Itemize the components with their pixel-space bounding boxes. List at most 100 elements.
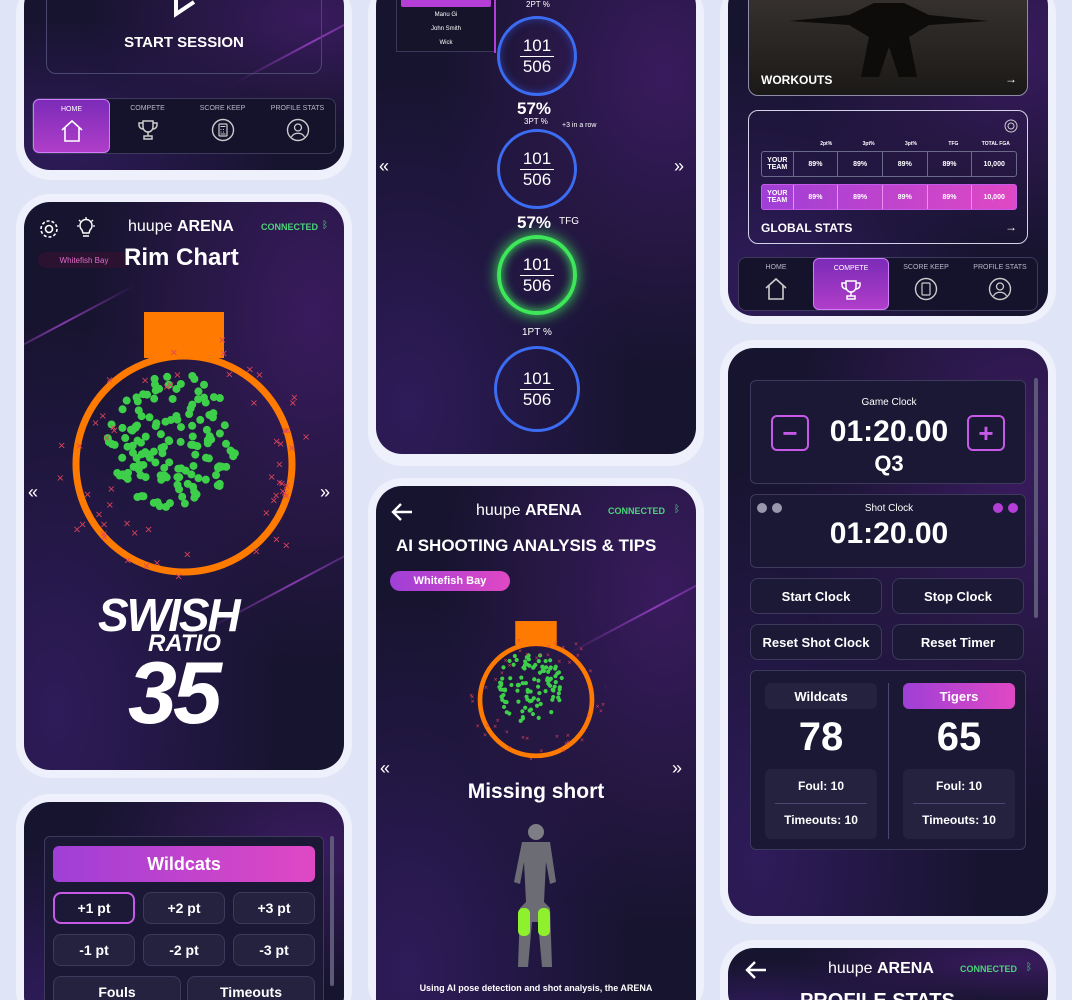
chevrons-right-icon[interactable]: »: [674, 156, 684, 177]
made-shot-dot: [518, 718, 523, 723]
start-clock-button[interactable]: Start Clock: [750, 578, 882, 614]
add-3pt-button[interactable]: +3 pt: [233, 892, 315, 924]
missed-shot-mark: ×: [282, 481, 290, 492]
made-shot-dot: [520, 714, 525, 720]
chevrons-right-icon[interactable]: »: [320, 482, 330, 503]
missed-shot-mark: ×: [110, 425, 118, 436]
bottom-nav: HOME COMPETE SCORE KEEP PROFILE STATS: [32, 98, 336, 154]
made-shot-dot: [215, 429, 224, 438]
made-shot-dot: [500, 676, 505, 681]
reset-shot-clock-button[interactable]: Reset Shot Clock: [750, 624, 882, 660]
start-session-button[interactable]: START SESSION: [46, 0, 322, 74]
made-shot-dot: [523, 705, 528, 710]
user-icon: [988, 277, 1012, 301]
sub-1pt-button[interactable]: -1 pt: [53, 934, 135, 966]
made-shot-dot: [501, 704, 507, 710]
stat-header: 3pt%: [862, 141, 875, 147]
missed-shot-mark: ×: [289, 398, 297, 409]
made-shot-dot: [557, 687, 562, 692]
globe-icon: [1004, 119, 1018, 133]
player-name[interactable]: Wick: [397, 40, 495, 46]
player-name[interactable]: Manu Gi: [397, 12, 495, 18]
ring-made: 101: [519, 36, 555, 57]
nav-home[interactable]: HOME: [33, 99, 110, 153]
made-shot-dot: [175, 485, 184, 494]
made-shot-dot: [139, 460, 148, 469]
chevrons-left-icon[interactable]: «: [28, 482, 38, 503]
workouts-label: WORKOUTS: [761, 73, 833, 87]
reset-timer-button[interactable]: Reset Timer: [892, 624, 1024, 660]
made-shot-dot: [189, 461, 198, 470]
made-shot-dot: [212, 471, 221, 480]
made-shot-dot: [527, 699, 532, 704]
global-stats-card[interactable]: 2pt% 3pt% 3pt% TFG TOTAL FGA YOUR TEAM 8…: [748, 110, 1028, 244]
nav-compete[interactable]: COMPETE: [813, 258, 889, 310]
team-name[interactable]: Tigers: [903, 683, 1015, 709]
missed-shot-mark: ×: [102, 433, 110, 444]
nav-compete-label: COMPETE: [130, 105, 165, 112]
scrollbar[interactable]: [330, 836, 334, 986]
workouts-card[interactable]: WORKOUTS →: [748, 0, 1028, 96]
made-shot-dot: [165, 458, 174, 467]
add-1pt-button[interactable]: +1 pt: [53, 892, 135, 924]
made-shot-dot: [141, 432, 150, 441]
nav-profile-stats[interactable]: PROFILE STATS: [963, 258, 1037, 310]
missed-shot-mark: ×: [167, 380, 175, 391]
missed-shot-mark: ×: [75, 441, 83, 452]
made-shot-dot: [534, 703, 540, 708]
made-shot-dot: [191, 450, 200, 459]
chevrons-right-icon[interactable]: »: [672, 758, 682, 779]
connected-status: CONNECTED: [960, 964, 1018, 974]
made-shot-dot: [537, 691, 542, 696]
made-shot-dot: [150, 394, 159, 403]
made-shot-dot: [536, 697, 541, 702]
page-title: AI SHOOTING ANALYSIS & TIPS: [396, 536, 657, 555]
nav-compete-label: COMPETE: [833, 265, 869, 272]
settings-icon[interactable]: [38, 218, 60, 240]
made-shot-dot: [515, 688, 520, 693]
missed-shot-mark: ×: [141, 376, 149, 387]
missed-shot-mark: ×: [586, 713, 590, 719]
stat-cell: 89%: [928, 152, 973, 176]
missed-shot-mark: ×: [567, 660, 571, 666]
made-shot-dot: [226, 446, 235, 455]
scrollbar[interactable]: [1034, 378, 1038, 618]
sub-3pt-button[interactable]: -3 pt: [233, 934, 315, 966]
bottom-nav: HOME COMPETE SCORE KEEP PROFILE STATS: [738, 257, 1038, 311]
nav-home[interactable]: HOME: [739, 258, 813, 310]
chevrons-left-icon[interactable]: «: [379, 156, 389, 177]
team-name[interactable]: Wildcats: [765, 683, 877, 709]
add-2pt-button[interactable]: +2 pt: [143, 892, 225, 924]
made-shot-dot: [141, 473, 150, 482]
back-arrow-icon[interactable]: [744, 960, 768, 980]
back-arrow-icon[interactable]: [390, 502, 414, 522]
nav-compete[interactable]: COMPETE: [110, 99, 185, 153]
made-shot-dot: [556, 695, 561, 700]
made-shot-dot: [559, 675, 564, 681]
fouls-button[interactable]: Fouls: [53, 976, 181, 1000]
made-shot-dot: [187, 440, 196, 449]
nav-score-keep[interactable]: SCORE KEEP: [185, 99, 260, 153]
missed-shot-mark: ×: [517, 638, 521, 644]
chevrons-left-icon[interactable]: «: [380, 758, 390, 779]
made-shot-dot: [139, 492, 148, 501]
missed-shot-mark: ×: [252, 547, 260, 558]
made-shot-dot: [512, 653, 517, 659]
timeouts-button[interactable]: Timeouts: [187, 976, 315, 1000]
stop-clock-button[interactable]: Stop Clock: [892, 578, 1024, 614]
made-shot-dot: [113, 468, 122, 477]
lightbulb-icon[interactable]: [74, 216, 98, 240]
phone-rim-chart-screen: huupe ARENA CONNECTED ᛒ Whitefish Bay Ri…: [24, 202, 344, 770]
nav-score-keep-label: SCORE KEEP: [199, 105, 246, 112]
missed-shot-mark: ×: [484, 685, 488, 691]
player-name[interactable]: John Smith: [397, 26, 495, 32]
made-shot-dot: [209, 393, 218, 402]
nav-profile-stats[interactable]: PROFILE STATS: [260, 99, 335, 153]
nav-score-keep[interactable]: SCORE KEEP: [889, 258, 963, 310]
stat-cell: 89%: [794, 152, 839, 176]
sub-2pt-button[interactable]: -2 pt: [143, 934, 225, 966]
missed-shot-mark: ×: [518, 649, 522, 655]
arrow-right-icon: →: [1005, 72, 1017, 86]
made-shot-dot: [201, 453, 210, 462]
made-shot-dot: [552, 684, 557, 689]
